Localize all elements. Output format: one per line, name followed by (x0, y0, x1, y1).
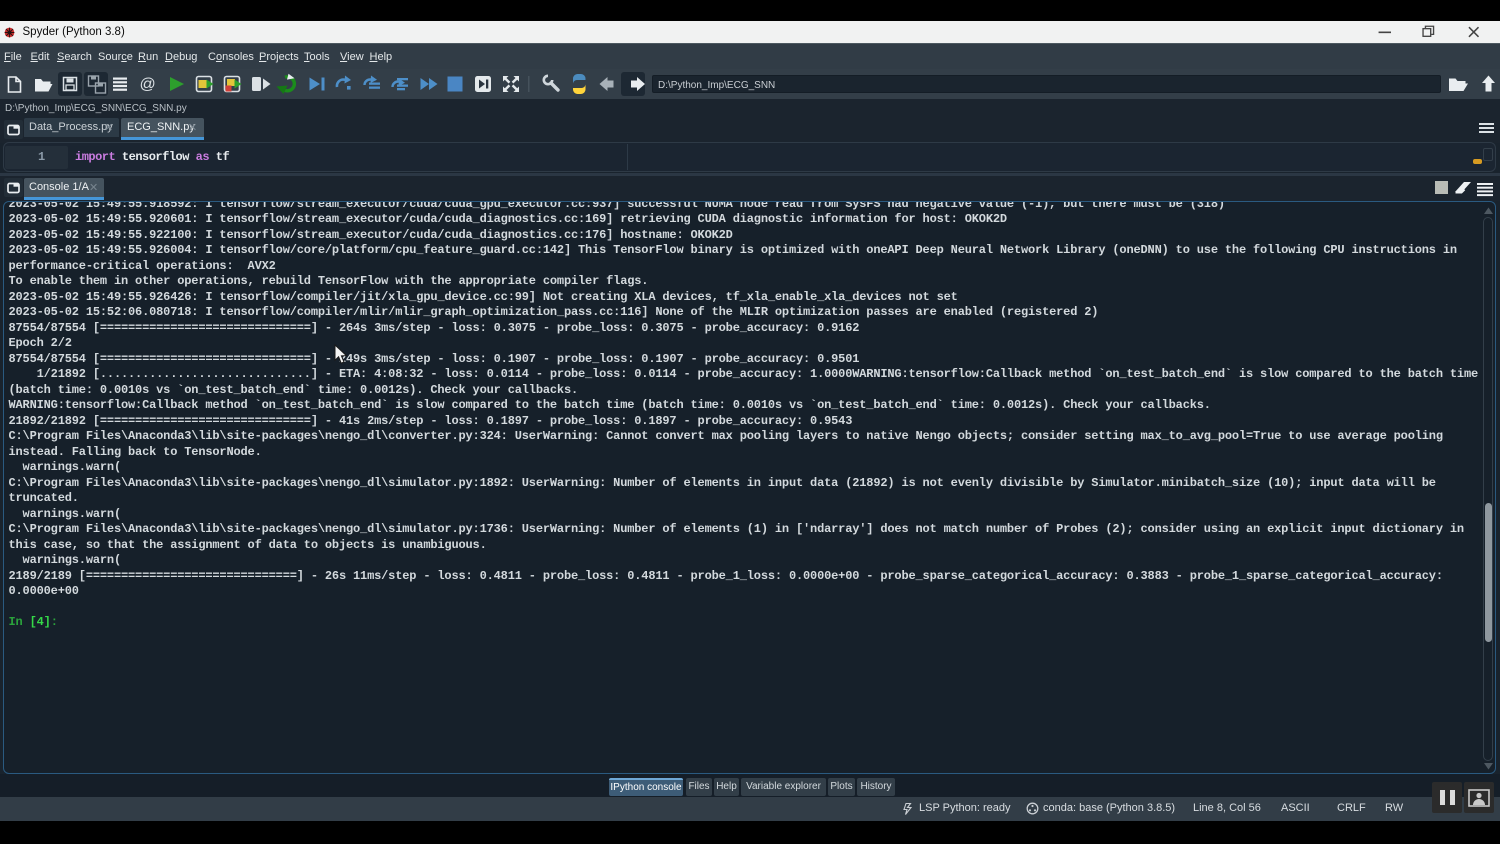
svg-text:@: @ (140, 76, 156, 93)
